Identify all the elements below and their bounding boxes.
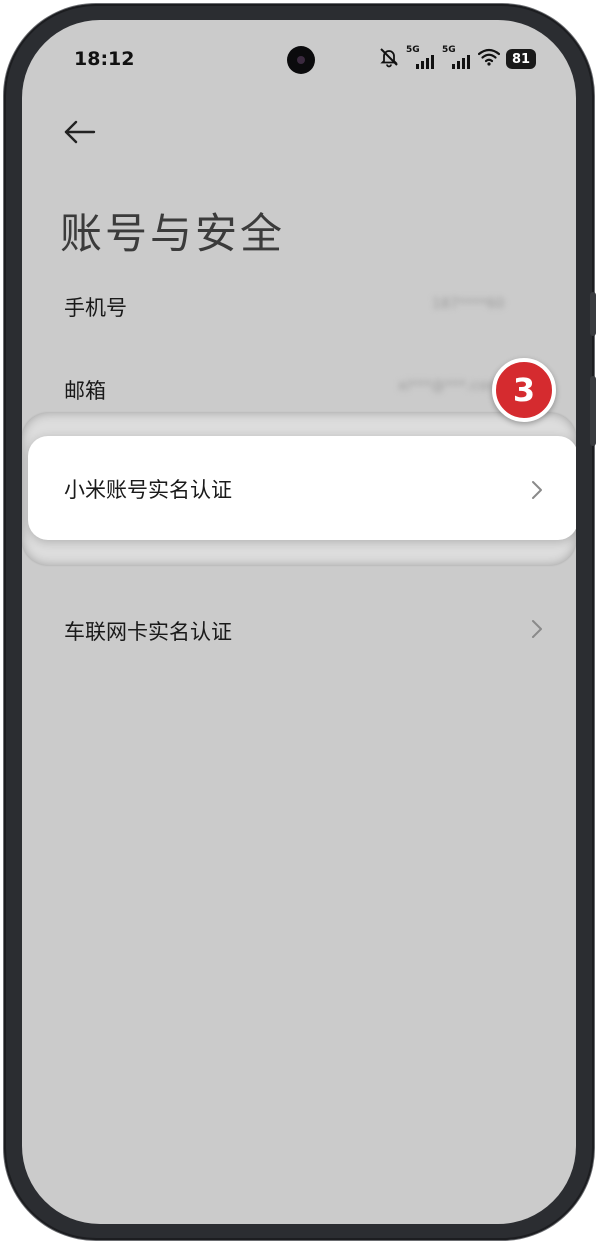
wifi-icon (477, 48, 501, 70)
phone-frame: 18:12 5G 5G 81 账号与安全 手机号 187****60 邮箱 xi… (4, 4, 596, 1240)
row-label: 车联网卡实名认证 (64, 620, 232, 644)
chevron-right-icon (532, 481, 542, 499)
status-time: 18:12 (74, 48, 135, 70)
signal-icon: 5G (442, 45, 472, 71)
volume-button (590, 292, 596, 336)
step-badge: 3 (492, 358, 556, 422)
signal-icon: 5G (406, 45, 436, 71)
settings-row-mi-account-verification[interactable]: 小米账号实名认证 (28, 436, 576, 540)
front-camera (287, 46, 315, 74)
row-label: 手机号 (64, 296, 127, 320)
bell-muted-icon (378, 46, 400, 72)
phone-number-value: 187****60 (432, 296, 505, 312)
arrow-left-icon (64, 120, 96, 144)
email-value: xi***@***.com (398, 378, 501, 394)
page-title: 账号与安全 (60, 209, 286, 259)
screen: 18:12 5G 5G 81 账号与安全 手机号 187****60 邮箱 xi… (22, 20, 576, 1224)
status-bar: 18:12 5G 5G 81 (22, 20, 576, 100)
power-button (590, 376, 596, 446)
status-icons: 5G 5G 81 (378, 44, 536, 74)
back-button[interactable] (60, 116, 100, 148)
battery-icon: 81 (506, 49, 536, 69)
chevron-right-icon (532, 620, 542, 638)
row-label: 小米账号实名认证 (64, 478, 232, 502)
row-label: 邮箱 (64, 379, 106, 403)
